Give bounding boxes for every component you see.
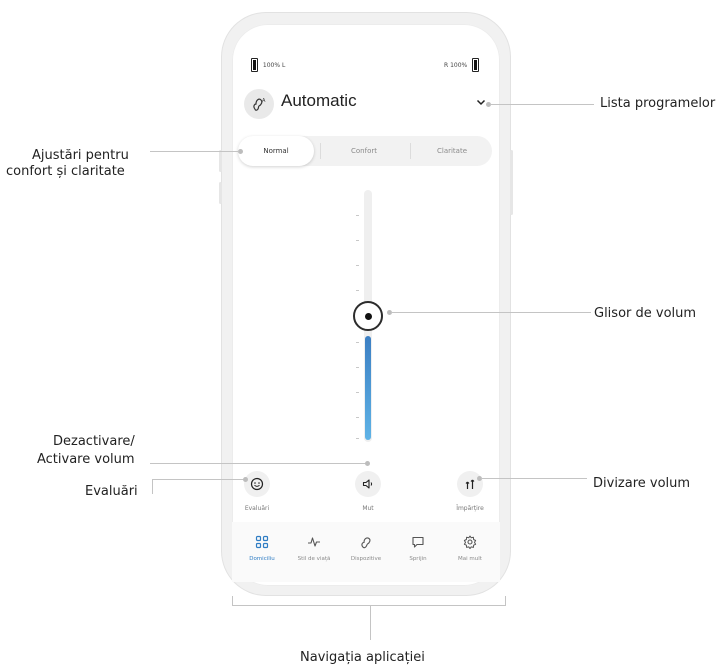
navigation-bracket (232, 605, 506, 606)
volume-tick (356, 367, 359, 368)
left-battery-status: 100% L (251, 58, 285, 72)
nav-label: Mai mult (458, 556, 482, 562)
nav-item-support[interactable]: Sprijin (392, 534, 444, 562)
ear-a-icon: A (253, 98, 266, 111)
callout-line (150, 151, 239, 152)
home-grid-icon (255, 535, 269, 549)
battery-icon (251, 58, 258, 72)
chat-icon (412, 536, 424, 548)
tab-label: Confort (351, 147, 377, 155)
tab-label: Claritate (436, 147, 468, 155)
program-icon: A (244, 89, 274, 119)
callout-line (391, 312, 591, 313)
svg-text:A: A (262, 98, 266, 104)
split-volume-button[interactable] (457, 471, 483, 497)
nav-label: Sprijin (409, 556, 427, 562)
volume-slider-handle[interactable] (353, 301, 383, 331)
gear-icon (463, 535, 477, 550)
nav-label: Dispozitive (350, 556, 382, 562)
split-volume-label: Împărțire (456, 505, 484, 512)
volume-tick (356, 290, 359, 291)
volume-tick (356, 342, 359, 343)
split-volume-icon (465, 479, 475, 489)
right-battery-status: R 100% (444, 58, 480, 72)
navigation-bracket (232, 596, 233, 605)
ratings-button[interactable] (244, 471, 270, 497)
annotation-comfort-clarity-2: confort și claritate (6, 164, 125, 179)
chevron-down-icon[interactable] (476, 97, 486, 107)
annotation-ratings: Evaluări (85, 484, 138, 499)
callout-line (370, 605, 371, 640)
volume-tick (356, 215, 359, 216)
annotation-mute-2: Activare volum (37, 452, 135, 467)
tab-confort[interactable]: Confort (322, 136, 406, 166)
volume-tick (356, 417, 359, 418)
left-battery-label: 100% L (262, 61, 286, 69)
mute-label: Mut (362, 505, 374, 512)
callout-line (152, 479, 153, 494)
tab-normal[interactable]: Normal (238, 136, 314, 166)
nav-label: Stil de viață (297, 556, 331, 562)
phone-side-button (219, 150, 222, 172)
annotation-app-navigation: Navigația aplicației (300, 650, 425, 665)
adjustment-tabs: Normal Confort Claritate (238, 136, 492, 166)
nav-item-home[interactable]: Domiciliu (236, 534, 288, 562)
volume-fill (365, 336, 371, 440)
tab-claritate[interactable]: Claritate (412, 136, 492, 166)
ratings-label: Evaluări (244, 505, 270, 512)
annotation-program-list: Lista programelor (600, 96, 716, 111)
phone-side-button (510, 150, 513, 215)
right-battery-label: R 100% (444, 61, 468, 69)
volume-handle-dot (364, 312, 372, 320)
annotation-comfort-clarity-1: Ajustări pentru (32, 148, 129, 163)
tab-divider (320, 143, 321, 159)
callout-line (150, 463, 366, 464)
navigation-bracket (505, 596, 506, 605)
nav-item-devices[interactable]: Dispozitive (340, 534, 392, 562)
annotation-mute-1: Dezactivare/ (53, 434, 135, 449)
callout-line (481, 478, 587, 479)
annotation-volume-slider: Glisor de volum (594, 306, 697, 321)
volume-tick (356, 265, 359, 266)
nav-label: Domiciliu (249, 556, 275, 562)
activity-icon (308, 537, 320, 547)
callout-dot (365, 461, 370, 466)
callout-line (152, 479, 244, 480)
volume-tick (356, 392, 359, 393)
nav-item-lifestyle[interactable]: Stil de viață (288, 534, 340, 562)
tab-divider (410, 143, 411, 159)
annotation-split-volume: Divizare volum (593, 476, 691, 491)
callout-line (490, 104, 594, 105)
hearing-aid-icon (361, 537, 371, 549)
nav-item-more[interactable]: Mai mult (444, 534, 496, 562)
volume-tick (356, 438, 359, 439)
program-title: Automatic (281, 91, 357, 110)
callout-dot (243, 477, 248, 482)
smiley-icon (250, 477, 264, 491)
tab-label: Normal (263, 147, 289, 155)
mute-button[interactable] (355, 471, 381, 497)
phone-side-button (219, 182, 222, 204)
volume-tick (356, 240, 359, 241)
speaker-icon (362, 479, 373, 489)
battery-icon (472, 58, 480, 72)
